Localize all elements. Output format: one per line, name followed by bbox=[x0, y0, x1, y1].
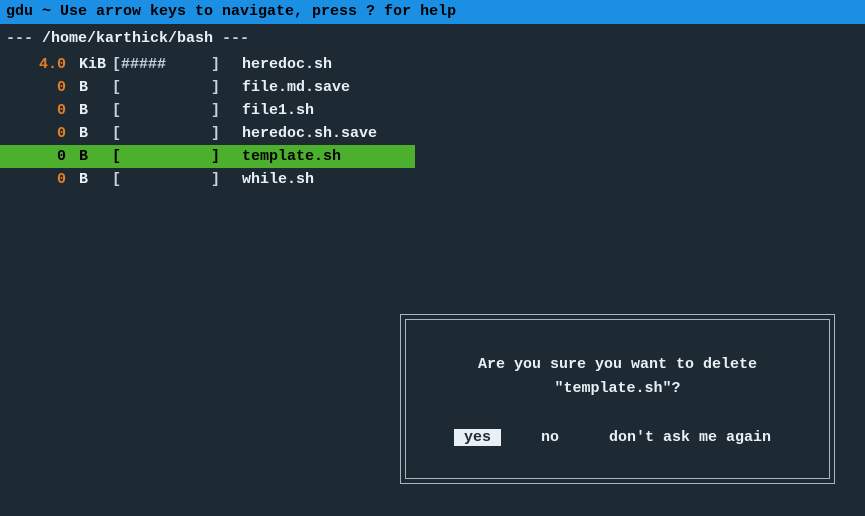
file-size: 0 bbox=[0, 122, 70, 145]
dialog-message: Are you sure you want to delete "templat… bbox=[478, 353, 757, 401]
file-row[interactable]: 0 B [ ] while.sh bbox=[0, 168, 865, 191]
usage-bar: [ ] bbox=[112, 99, 242, 122]
file-row[interactable]: 0 B [ ] file1.sh bbox=[0, 99, 865, 122]
file-size: 0 bbox=[0, 76, 70, 99]
path-value: /home/karthick/bash bbox=[42, 30, 213, 47]
usage-bar: [ ] bbox=[112, 76, 242, 99]
file-name: template.sh bbox=[242, 145, 415, 168]
file-row[interactable]: 4.0 KiB [##### ] heredoc.sh bbox=[0, 53, 865, 76]
path-line: --- /home/karthick/bash --- bbox=[0, 28, 865, 49]
file-row[interactable]: 0 B [ ] template.sh bbox=[0, 145, 415, 168]
usage-bar: [ ] bbox=[112, 168, 242, 191]
yes-button[interactable]: yes bbox=[454, 429, 501, 446]
header-bar: gdu ~ Use arrow keys to navigate, press … bbox=[0, 0, 865, 24]
file-size: 0 bbox=[0, 99, 70, 122]
dialog-inner: Are you sure you want to delete "templat… bbox=[405, 319, 830, 479]
file-unit: B bbox=[70, 168, 112, 191]
dialog-line2: "template.sh"? bbox=[478, 377, 757, 401]
file-size: 4.0 bbox=[0, 53, 70, 76]
file-name: heredoc.sh bbox=[242, 53, 865, 76]
file-name: heredoc.sh.save bbox=[242, 122, 865, 145]
usage-bar: [ ] bbox=[112, 122, 242, 145]
path-suffix: --- bbox=[213, 30, 249, 47]
usage-bar: [##### ] bbox=[112, 53, 242, 76]
file-unit: B bbox=[70, 122, 112, 145]
file-name: while.sh bbox=[242, 168, 865, 191]
dont-ask-button[interactable]: don't ask me again bbox=[599, 429, 781, 446]
file-row[interactable]: 0 B [ ] file.md.save bbox=[0, 76, 865, 99]
file-unit: B bbox=[70, 99, 112, 122]
path-prefix: --- bbox=[6, 30, 42, 47]
header-text: gdu ~ Use arrow keys to navigate, press … bbox=[6, 3, 456, 20]
file-size: 0 bbox=[0, 145, 70, 168]
file-name: file.md.save bbox=[242, 76, 865, 99]
dialog-buttons: yes no don't ask me again bbox=[454, 429, 781, 446]
file-name: file1.sh bbox=[242, 99, 865, 122]
delete-confirm-dialog: Are you sure you want to delete "templat… bbox=[400, 314, 835, 484]
file-list[interactable]: 4.0 KiB [##### ] heredoc.sh0 B [ ] file.… bbox=[0, 53, 865, 191]
no-button[interactable]: no bbox=[531, 429, 569, 446]
file-row[interactable]: 0 B [ ] heredoc.sh.save bbox=[0, 122, 865, 145]
file-size: 0 bbox=[0, 168, 70, 191]
usage-bar: [ ] bbox=[112, 145, 242, 168]
file-unit: B bbox=[70, 145, 112, 168]
file-unit: KiB bbox=[70, 53, 112, 76]
dialog-line1: Are you sure you want to delete bbox=[478, 353, 757, 377]
file-unit: B bbox=[70, 76, 112, 99]
